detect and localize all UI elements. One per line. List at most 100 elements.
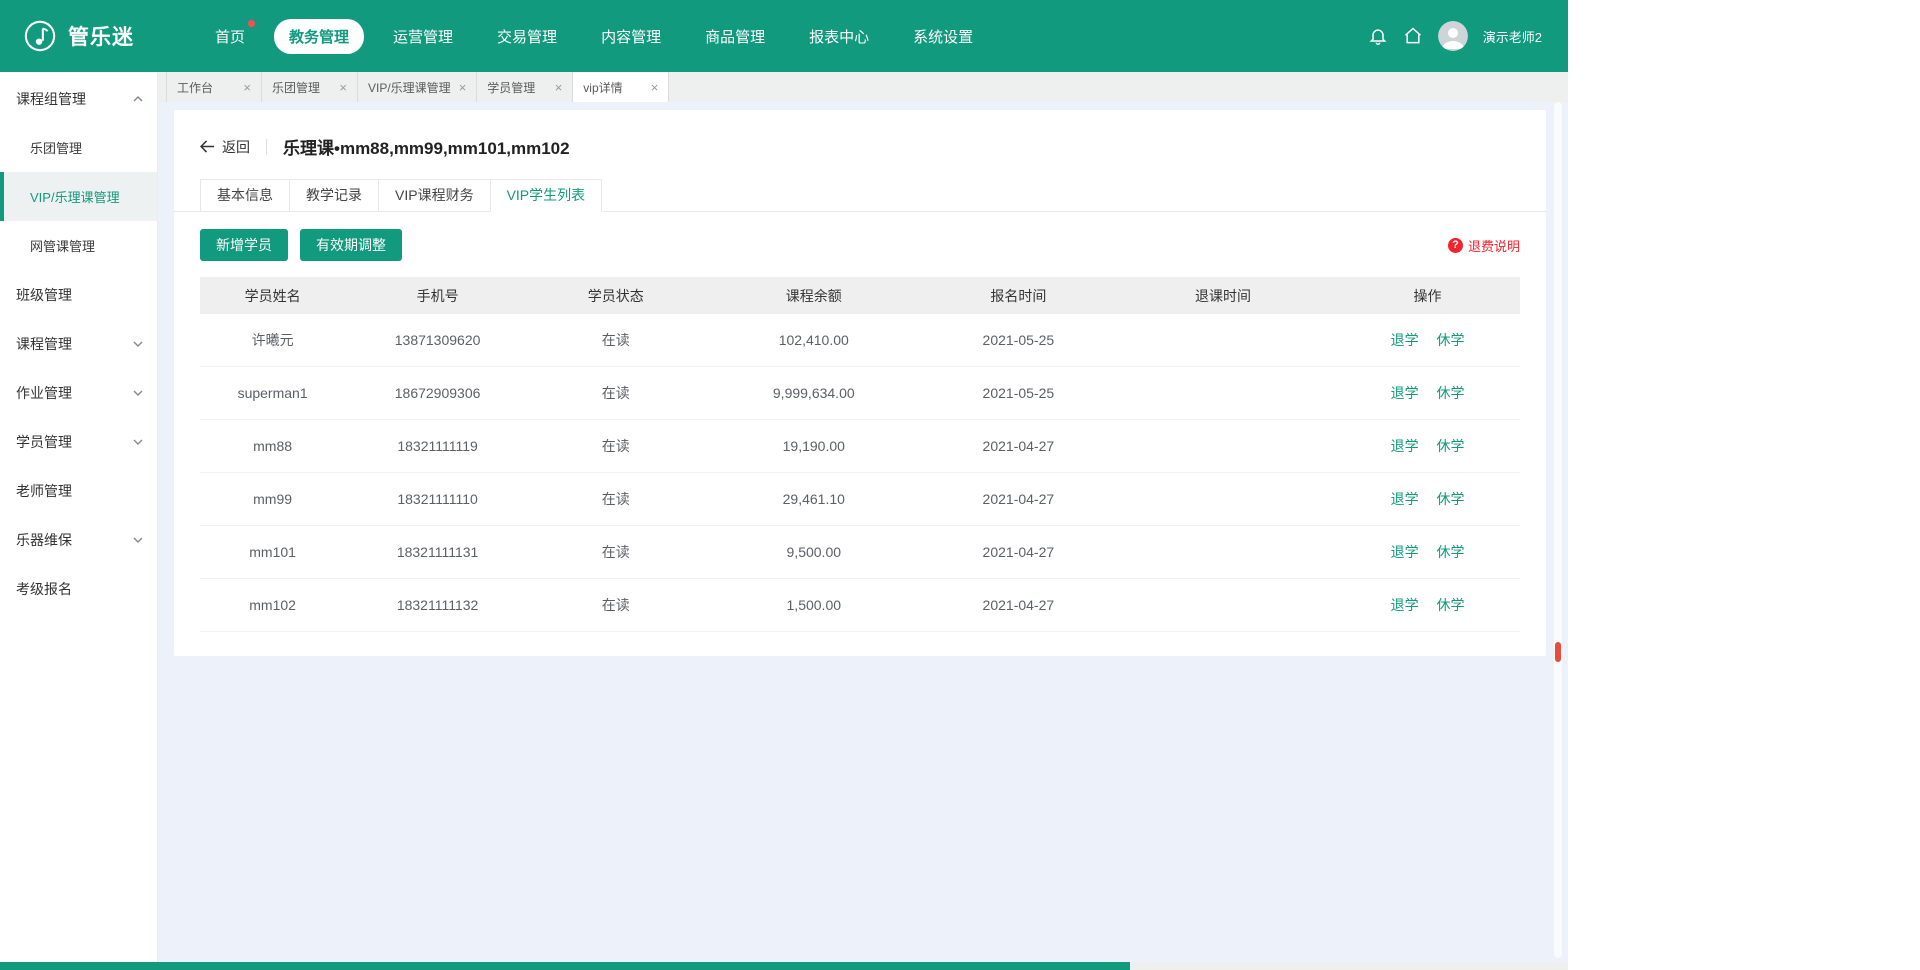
cell-enroll-date: 2021-04-27 (926, 491, 1111, 507)
table-row: mm101 18321111131 在读 9,500.00 2021-04-27… (200, 526, 1520, 579)
sidebar-item-vip-theory-mgmt[interactable]: VIP/乐理课管理 (0, 172, 157, 221)
horizontal-scrollbar[interactable] (0, 962, 1568, 970)
table-row: mm99 18321111110 在读 29,461.10 2021-04-27… (200, 473, 1520, 526)
tab-vip-course-finance[interactable]: VIP课程财务 (378, 179, 491, 212)
cell-enroll-date: 2021-04-27 (926, 597, 1111, 613)
nav-item-content[interactable]: 内容管理 (586, 19, 676, 54)
tab-workbench-label: 工作台 (177, 79, 213, 96)
cell-name: 许曦元 (200, 330, 345, 350)
pause-school-link[interactable]: 休学 (1437, 332, 1465, 348)
col-header-name: 学员姓名 (200, 286, 345, 306)
cell-balance: 102,410.00 (702, 332, 926, 348)
sidebar-item-orchestra-mgmt[interactable]: 乐团管理 (0, 123, 157, 172)
chevron-down-icon (133, 439, 143, 445)
cell-name: mm102 (200, 597, 345, 613)
cell-name: mm101 (200, 544, 345, 560)
cell-status: 在读 (530, 436, 702, 456)
cell-name: superman1 (200, 385, 345, 401)
close-icon[interactable]: × (243, 81, 251, 94)
refund-note-link[interactable]: ? 退费说明 (1448, 236, 1520, 255)
user-name[interactable]: 演示老师2 (1483, 27, 1542, 46)
top-header: 管乐迷 首页 教务管理 运营管理 交易管理 内容管理 商品管理 报表中心 系统设… (0, 0, 1568, 72)
close-icon[interactable]: × (555, 81, 563, 94)
pause-school-link[interactable]: 休学 (1437, 385, 1465, 401)
cell-phone: 18321111119 (345, 438, 530, 454)
tab-student-mgmt[interactable]: 学员管理 × (477, 72, 573, 102)
tab-basic-info[interactable]: 基本信息 (200, 179, 290, 212)
tab-vip-student-list[interactable]: VIP学生列表 (490, 179, 603, 212)
close-icon[interactable]: × (651, 81, 659, 94)
sidebar-item-label: 考级报名 (16, 579, 72, 599)
quit-school-link[interactable]: 退学 (1391, 544, 1419, 560)
pause-school-link[interactable]: 休学 (1437, 544, 1465, 560)
sidebar-item-label: 乐器维保 (16, 530, 72, 550)
cell-enroll-date: 2021-04-27 (926, 438, 1111, 454)
cell-enroll-date: 2021-05-25 (926, 332, 1111, 348)
tab-teaching-record[interactable]: 教学记录 (289, 179, 379, 212)
sidebar-item-exam-registration[interactable]: 考级报名 (0, 564, 157, 613)
toolbar: 新增学员 有效期调整 ? 退费说明 (174, 212, 1546, 277)
sidebar-item-online-course-mgmt[interactable]: 网管课管理 (0, 221, 157, 270)
validity-adjust-button[interactable]: 有效期调整 (300, 229, 402, 261)
vertical-scrollbar-thumb[interactable] (1555, 642, 1561, 662)
table-row: superman1 18672909306 在读 9,999,634.00 20… (200, 367, 1520, 420)
nav-item-operations[interactable]: 运营管理 (378, 19, 468, 54)
close-icon[interactable]: × (459, 81, 467, 94)
quit-school-link[interactable]: 退学 (1391, 332, 1419, 348)
sidebar-item-course-group-mgmt[interactable]: 课程组管理 (0, 74, 157, 123)
vertical-scrollbar[interactable] (1554, 102, 1562, 958)
avatar[interactable] (1438, 21, 1468, 51)
bell-icon[interactable] (1368, 26, 1388, 46)
chevron-down-icon (133, 341, 143, 347)
refund-note-label: 退费说明 (1468, 236, 1520, 255)
tab-orchestra-mgmt-label: 乐团管理 (272, 79, 320, 96)
chevron-up-icon (133, 96, 143, 102)
cell-status: 在读 (530, 595, 702, 615)
pause-school-link[interactable]: 休学 (1437, 491, 1465, 507)
sidebar-item-class-mgmt[interactable]: 班级管理 (0, 270, 157, 319)
nav-item-home[interactable]: 首页 (200, 19, 260, 54)
sidebar-item-course-mgmt[interactable]: 课程管理 (0, 319, 157, 368)
tab-workbench[interactable]: 工作台 × (166, 72, 262, 102)
cell-status: 在读 (530, 330, 702, 350)
divider (266, 139, 267, 155)
sidebar-item-instrument-maintenance[interactable]: 乐器维保 (0, 515, 157, 564)
quit-school-link[interactable]: 退学 (1391, 491, 1419, 507)
cell-actions: 退学 休学 (1335, 489, 1520, 509)
sidebar-item-label: 课程组管理 (16, 89, 86, 109)
sidebar-item-student-mgmt[interactable]: 学员管理 (0, 417, 157, 466)
table-row: mm102 18321111132 在读 1,500.00 2021-04-27… (200, 579, 1520, 632)
cell-phone: 18321111131 (345, 544, 530, 560)
quit-school-link[interactable]: 退学 (1391, 438, 1419, 454)
back-button[interactable]: 返回 (200, 137, 250, 157)
brand-logo-icon (22, 18, 58, 54)
sidebar-item-label: 网管课管理 (30, 236, 95, 255)
nav-item-edu-admin[interactable]: 教务管理 (274, 19, 364, 54)
horizontal-scrollbar-thumb[interactable] (0, 962, 1130, 970)
sidebar-item-teacher-mgmt[interactable]: 老师管理 (0, 466, 157, 515)
pause-school-link[interactable]: 休学 (1437, 438, 1465, 454)
quit-school-link[interactable]: 退学 (1391, 385, 1419, 401)
col-header-phone: 手机号 (345, 286, 530, 306)
cell-balance: 29,461.10 (702, 491, 926, 507)
tab-orchestra-mgmt[interactable]: 乐团管理 × (262, 72, 358, 102)
close-icon[interactable]: × (339, 81, 347, 94)
sidebar-item-homework-mgmt[interactable]: 作业管理 (0, 368, 157, 417)
home-icon[interactable] (1403, 26, 1423, 46)
cell-actions: 退学 休学 (1335, 330, 1520, 350)
nav-item-transactions[interactable]: 交易管理 (482, 19, 572, 54)
cell-actions: 退学 休学 (1335, 595, 1520, 615)
tab-vip-course-mgmt-label: VIP/乐理课管理 (368, 79, 451, 96)
add-student-button[interactable]: 新增学员 (200, 229, 288, 261)
nav-item-system[interactable]: 系统设置 (898, 19, 988, 54)
tab-vip-detail[interactable]: vip详情 × (573, 72, 669, 102)
main-nav: 首页 教务管理 运营管理 交易管理 内容管理 商品管理 报表中心 系统设置 (200, 19, 988, 54)
tab-student-mgmt-label: 学员管理 (487, 79, 535, 96)
arrow-left-icon (200, 140, 215, 153)
tab-vip-course-mgmt[interactable]: VIP/乐理课管理 × (358, 72, 477, 102)
nav-item-reports[interactable]: 报表中心 (794, 19, 884, 54)
cell-enroll-date: 2021-04-27 (926, 544, 1111, 560)
nav-item-goods[interactable]: 商品管理 (690, 19, 780, 54)
quit-school-link[interactable]: 退学 (1391, 597, 1419, 613)
pause-school-link[interactable]: 休学 (1437, 597, 1465, 613)
